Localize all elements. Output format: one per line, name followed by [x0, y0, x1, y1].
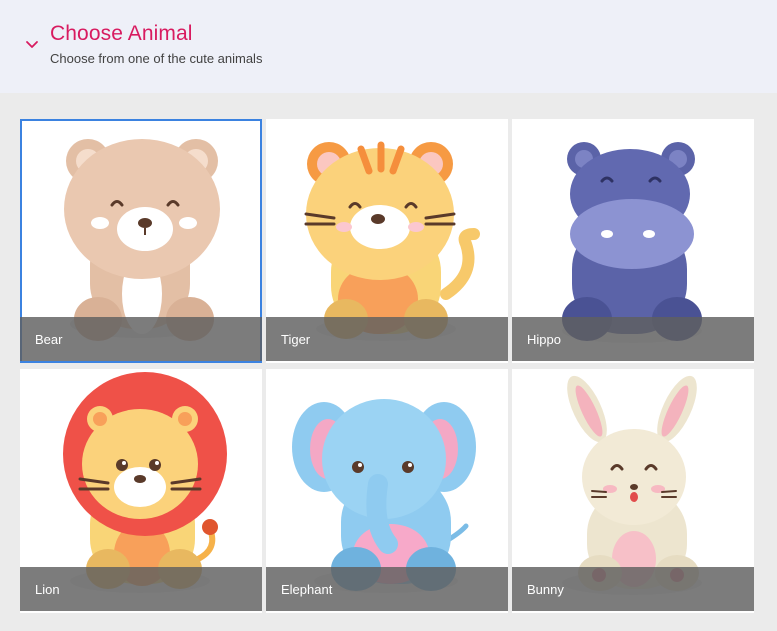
animal-grid: Bear Tiger Hippo Lion Elephant Bunny: [0, 93, 777, 631]
animal-card-bear[interactable]: Bear: [20, 119, 262, 363]
animal-label: Bear: [35, 332, 63, 347]
animal-label: Hippo: [527, 332, 561, 347]
animal-label: Bunny: [527, 582, 564, 597]
animal-card-bunny[interactable]: Bunny: [512, 369, 754, 613]
chevron-down-icon[interactable]: [24, 36, 40, 52]
animal-label: Tiger: [281, 332, 311, 347]
animal-card-tiger[interactable]: Tiger: [266, 119, 508, 363]
animal-caption: Lion: [20, 567, 262, 611]
animal-caption: Hippo: [512, 317, 754, 361]
animal-label: Lion: [35, 582, 60, 597]
page-subtitle: Choose from one of the cute animals: [50, 51, 263, 66]
animal-caption: Bear: [20, 317, 262, 361]
header: Choose Animal Choose from one of the cut…: [0, 0, 777, 93]
animal-caption: Tiger: [266, 317, 508, 361]
animal-caption: Elephant: [266, 567, 508, 611]
animal-caption: Bunny: [512, 567, 754, 611]
animal-card-lion[interactable]: Lion: [20, 369, 262, 613]
animal-card-hippo[interactable]: Hippo: [512, 119, 754, 363]
animal-label: Elephant: [281, 582, 333, 597]
page-title: Choose Animal: [50, 22, 193, 45]
animal-card-elephant[interactable]: Elephant: [266, 369, 508, 613]
